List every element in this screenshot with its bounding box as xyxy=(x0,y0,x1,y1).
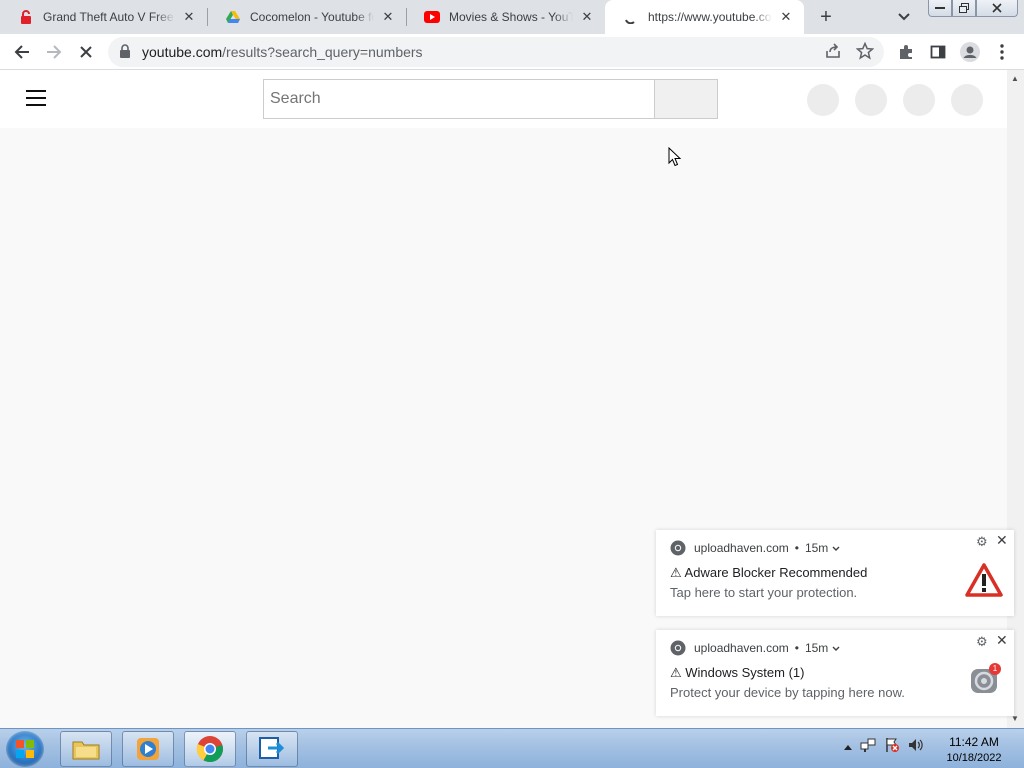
taskbar-explorer-button[interactable] xyxy=(60,731,112,767)
more-menu-icon[interactable] xyxy=(990,40,1014,64)
youtube-masthead xyxy=(0,70,1007,128)
media-player-icon xyxy=(137,738,159,760)
expand-chevron-icon[interactable] xyxy=(832,641,840,655)
taskbar-media-player-button[interactable] xyxy=(122,731,174,767)
system-tray xyxy=(844,737,924,756)
chrome-icon xyxy=(670,640,686,656)
profile-avatar-icon[interactable] xyxy=(958,40,982,64)
notification-title: ⚠ Windows System (1) xyxy=(670,665,805,680)
tab-close-icon[interactable]: ✕ xyxy=(181,9,197,25)
stop-loading-icon[interactable] xyxy=(74,40,98,64)
close-icon[interactable]: ✕ xyxy=(996,632,1008,649)
tab-close-icon[interactable]: ✕ xyxy=(778,9,794,25)
back-arrow-icon[interactable] xyxy=(10,40,34,64)
tab-cocomelon[interactable]: Cocomelon - Youtube for K ✕ xyxy=(207,0,406,34)
notification-badge: 1 xyxy=(989,663,1001,675)
notification-windows-system[interactable]: uploadhaven.com • 15m ⚠ Windows System (… xyxy=(656,630,1014,716)
tab-close-icon[interactable]: ✕ xyxy=(380,9,396,25)
notification-adware[interactable]: uploadhaven.com • 15m ⚠ Adware Blocker R… xyxy=(656,530,1014,616)
tab-movies-shows[interactable]: Movies & Shows - YouTube ✕ xyxy=(406,0,605,34)
tab-gta[interactable]: Grand Theft Auto V Free D ✕ xyxy=(0,0,207,34)
tab-title: Cocomelon - Youtube for K xyxy=(250,10,374,24)
action-center-flag-icon[interactable] xyxy=(884,737,900,756)
warning-triangle-icon xyxy=(964,560,1004,600)
windows-taskbar: 11:42 AM 10/18/2022 xyxy=(0,728,1024,768)
network-icon[interactable] xyxy=(860,737,876,756)
minimize-button[interactable] xyxy=(928,0,952,17)
notification-time: 15m xyxy=(804,641,829,655)
drive-icon xyxy=(225,9,241,25)
side-panel-icon[interactable] xyxy=(926,40,950,64)
youtube-search-button[interactable] xyxy=(654,79,718,119)
notification-domain: uploadhaven.com xyxy=(694,641,789,655)
notification-title: ⚠ Adware Blocker Recommended xyxy=(670,565,868,580)
close-icon[interactable]: ✕ xyxy=(996,532,1008,549)
start-button[interactable] xyxy=(6,731,44,767)
red-lock-icon xyxy=(18,9,34,25)
mouse-cursor-icon xyxy=(668,146,682,172)
separator-dot: • xyxy=(794,641,799,655)
forward-arrow-icon[interactable] xyxy=(42,40,66,64)
window-controls xyxy=(928,0,1018,17)
windows-logo-icon xyxy=(16,740,34,758)
folder-icon xyxy=(72,741,100,760)
loading-icon xyxy=(623,9,639,25)
chrome-icon xyxy=(670,540,686,556)
url-domain: youtube.com xyxy=(142,44,223,60)
system-settings-icon: 1 xyxy=(964,660,1004,700)
lock-icon[interactable] xyxy=(120,44,130,63)
restore-button[interactable] xyxy=(952,0,976,17)
screen: Grand Theft Auto V Free D ✕ Cocomelon - … xyxy=(0,0,1024,768)
expand-chevron-icon[interactable] xyxy=(832,541,840,555)
loading-placeholder-circle xyxy=(807,84,839,116)
youtube-icon xyxy=(424,9,440,25)
extensions-puzzle-icon[interactable] xyxy=(894,40,918,64)
url-path: /results?search_query=numbers xyxy=(222,44,423,60)
taskbar-clock[interactable]: 11:42 AM 10/18/2022 xyxy=(938,734,1010,766)
remote-app-icon xyxy=(259,737,285,759)
tab-youtube-active[interactable]: https://www.youtube.com/ ✕ xyxy=(605,0,804,34)
hamburger-menu-icon[interactable] xyxy=(26,90,46,106)
tab-search-chevron-icon[interactable] xyxy=(893,6,915,28)
taskbar-chrome-button[interactable] xyxy=(184,731,236,767)
notification-time: 15m xyxy=(804,541,829,555)
tab-title: Grand Theft Auto V Free D xyxy=(43,10,175,24)
tab-title: Movies & Shows - YouTube xyxy=(449,10,573,24)
bookmark-star-icon[interactable] xyxy=(855,41,875,65)
separator-dot: • xyxy=(794,541,799,555)
tab-title: https://www.youtube.com/ xyxy=(648,10,772,24)
gear-icon[interactable]: ⚙ xyxy=(976,534,988,550)
notification-source: uploadhaven.com • 15m xyxy=(670,640,840,656)
new-tab-button[interactable]: + xyxy=(814,5,838,29)
address-bar[interactable]: youtube.com/results?search_query=numbers xyxy=(108,37,884,67)
close-window-button[interactable] xyxy=(976,0,1018,17)
notification-body: Protect your device by tapping here now. xyxy=(670,685,905,700)
tab-strip: Grand Theft Auto V Free D ✕ Cocomelon - … xyxy=(0,0,1024,34)
loading-placeholder-circle xyxy=(903,84,935,116)
taskbar-app-button[interactable] xyxy=(246,731,298,767)
clock-date: 10/18/2022 xyxy=(946,752,1002,764)
loading-placeholder-circle xyxy=(855,84,887,116)
volume-icon[interactable] xyxy=(908,737,924,756)
loading-placeholder-circle xyxy=(951,84,983,116)
chrome-icon xyxy=(196,736,223,763)
show-hidden-icons-icon[interactable] xyxy=(844,741,852,753)
youtube-search-input[interactable] xyxy=(263,79,655,119)
notification-body: Tap here to start your protection. xyxy=(670,585,858,600)
browser-toolbar: youtube.com/results?search_query=numbers xyxy=(0,34,1024,70)
scroll-up-arrow-icon[interactable]: ▲ xyxy=(1011,74,1019,83)
url-text: youtube.com/results?search_query=numbers xyxy=(142,44,423,60)
share-icon[interactable] xyxy=(824,42,842,65)
notification-source: uploadhaven.com • 15m xyxy=(670,540,840,556)
clock-time: 11:42 AM xyxy=(949,735,999,749)
gear-icon[interactable]: ⚙ xyxy=(976,634,988,650)
tab-close-icon[interactable]: ✕ xyxy=(579,9,595,25)
notification-domain: uploadhaven.com xyxy=(694,541,789,555)
